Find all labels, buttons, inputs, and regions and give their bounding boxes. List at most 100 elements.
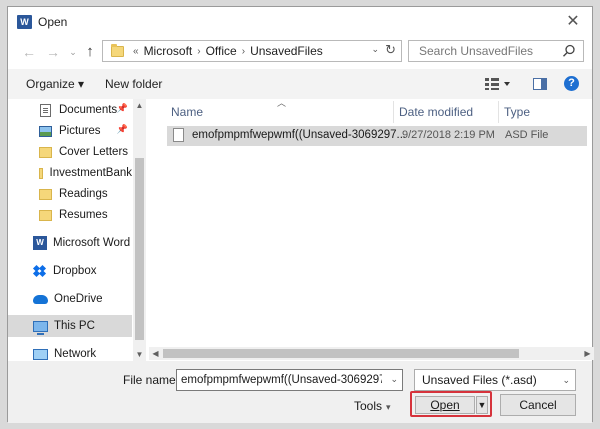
- sidebar-item-label: OneDrive: [54, 293, 103, 305]
- pictures-icon: [39, 125, 52, 137]
- window-title: Open: [38, 15, 68, 29]
- close-button[interactable]: ✕: [562, 11, 584, 33]
- forward-arrow-icon[interactable]: →: [44, 42, 62, 62]
- chevron-down-icon: ▾: [386, 402, 391, 412]
- breadcrumb-separator-icon: ›: [241, 45, 246, 57]
- scroll-right-arrow-icon[interactable]: ▶: [581, 347, 594, 360]
- sidebar-item-dropbox[interactable]: Dropbox: [8, 260, 132, 282]
- open-button-highlight: Open ▼: [410, 391, 492, 417]
- sidebar-item-this-pc[interactable]: This PC: [8, 315, 132, 337]
- dropbox-icon: [32, 264, 47, 278]
- sidebar-item-label: Documents: [59, 104, 118, 116]
- refresh-icon[interactable]: ↻: [385, 42, 396, 58]
- sidebar-item-label: Cover Letters: [59, 146, 129, 158]
- help-icon[interactable]: ?: [564, 76, 579, 91]
- documents-icon: [40, 103, 51, 117]
- folder-icon: [39, 209, 52, 221]
- file-name-field[interactable]: [177, 370, 382, 390]
- file-date-cell: 9/27/2018 2:19 PM: [402, 129, 495, 141]
- onedrive-icon: [33, 294, 48, 304]
- preview-pane-icon[interactable]: [533, 78, 547, 90]
- file-name-combobox[interactable]: ⌄: [176, 369, 403, 391]
- sidebar-item-label: Microsoft Word: [53, 237, 131, 249]
- file-name-cell: emofpmpmfwepwmf((Unsaved-3069297...: [192, 129, 407, 141]
- sidebar-item-label: InvestmentBank: [49, 167, 132, 179]
- sort-ascending-icon: ︿: [277, 98, 287, 108]
- sidebar-item-label: Readings: [59, 188, 108, 200]
- file-name-label: File name:: [123, 373, 180, 387]
- sidebar-item-label: This PC: [54, 320, 95, 332]
- scroll-down-arrow-icon[interactable]: ▼: [133, 348, 146, 361]
- tools-button[interactable]: Tools ▾: [354, 399, 391, 413]
- up-arrow-icon[interactable]: ↑: [81, 42, 99, 62]
- sidebar-item-network[interactable]: Network: [8, 343, 132, 361]
- sidebar-item-onedrive[interactable]: OneDrive: [8, 288, 132, 310]
- column-divider[interactable]: [393, 101, 394, 123]
- address-dropdown-chevron-icon[interactable]: ⌄: [371, 44, 379, 55]
- navigation-pane: Documents 📌 Pictures 📌 Cover Letters Inv…: [8, 99, 148, 361]
- file-icon: [173, 128, 184, 142]
- pin-icon: 📌: [116, 103, 128, 113]
- search-input[interactable]: [409, 41, 557, 61]
- chevron-down-icon[interactable]: ⌄: [390, 374, 398, 385]
- file-row[interactable]: emofpmpmfwepwmf((Unsaved-3069297... 9/27…: [167, 126, 587, 146]
- pin-icon: 📌: [116, 124, 128, 134]
- sidebar-item-label: Resumes: [59, 209, 108, 221]
- file-list-scrollbar[interactable]: ◀ ▶: [149, 347, 594, 360]
- breadcrumb-separator-icon: ›: [197, 45, 201, 57]
- tools-label: Tools: [354, 399, 383, 413]
- chevron-down-icon: ⌄: [562, 375, 570, 385]
- overflow-chevron-icon[interactable]: «: [133, 46, 139, 57]
- column-divider[interactable]: [498, 101, 499, 123]
- sidebar-item-investmentbank[interactable]: InvestmentBank: [8, 162, 132, 184]
- sidebar-item-cover-letters[interactable]: Cover Letters: [8, 141, 132, 163]
- organize-button[interactable]: Organize ▾: [26, 77, 84, 91]
- view-options-icon[interactable]: [484, 77, 512, 91]
- search-icon[interactable]: [562, 44, 576, 58]
- folder-icon: [39, 188, 52, 200]
- file-type-cell: ASD File: [505, 129, 549, 141]
- scroll-left-arrow-icon[interactable]: ◀: [149, 347, 162, 360]
- open-dialog: W Open ✕ ← → ⌄ ↑ « Microsoft › Office › …: [7, 6, 594, 423]
- sidebar-item-documents[interactable]: Documents 📌: [8, 99, 132, 121]
- address-bar[interactable]: « Microsoft › Office › UnsavedFiles ⌄ ↻: [102, 40, 402, 62]
- breadcrumb-unsavedfiles[interactable]: UnsavedFiles: [250, 44, 323, 58]
- breadcrumb-microsoft[interactable]: Microsoft: [144, 44, 193, 58]
- sidebar-item-pictures[interactable]: Pictures 📌: [8, 120, 132, 142]
- scroll-up-arrow-icon[interactable]: ▲: [133, 99, 146, 112]
- breadcrumb-office[interactable]: Office: [206, 44, 237, 58]
- word-app-icon: W: [17, 15, 32, 29]
- scrollbar-thumb[interactable]: [135, 158, 144, 340]
- dialog-footer: File name: ⌄ Unsaved Files (*.asd) ⌄ Too…: [8, 361, 592, 423]
- file-list: ︿ Name Date modified Type emofpmpmfwepwm…: [149, 98, 594, 347]
- new-folder-button[interactable]: New folder: [105, 77, 162, 91]
- sidebar-item-label: Network: [54, 348, 97, 360]
- back-arrow-icon[interactable]: ←: [20, 42, 38, 62]
- file-type-value: Unsaved Files (*.asd): [422, 373, 537, 387]
- open-options-dropdown-icon[interactable]: ▼: [476, 396, 488, 414]
- folder-icon: [39, 167, 43, 179]
- scrollbar-thumb[interactable]: [163, 349, 519, 358]
- sidebar-item-readings[interactable]: Readings: [8, 183, 132, 205]
- title-bar: W Open ✕: [8, 7, 592, 37]
- recent-locations-chevron-icon[interactable]: ⌄: [64, 42, 82, 62]
- this-pc-icon: [33, 320, 48, 335]
- column-header-name[interactable]: Name: [171, 105, 203, 119]
- folder-icon: [111, 43, 124, 57]
- column-header-type[interactable]: Type: [504, 105, 530, 119]
- file-type-select[interactable]: Unsaved Files (*.asd) ⌄: [414, 369, 576, 391]
- folder-icon: [39, 146, 52, 158]
- column-header-date-modified[interactable]: Date modified: [399, 105, 473, 119]
- sidebar-item-resumes[interactable]: Resumes: [8, 204, 132, 226]
- search-box[interactable]: [408, 40, 584, 62]
- cancel-button[interactable]: Cancel: [500, 394, 576, 416]
- word-icon: W: [33, 236, 47, 250]
- sidebar-item-label: Pictures: [59, 125, 101, 137]
- sidebar-item-microsoft-word[interactable]: W Microsoft Word: [8, 232, 132, 254]
- network-icon: [33, 348, 48, 360]
- nav-pane-scrollbar[interactable]: ▲ ▼: [133, 99, 146, 361]
- open-button-label: Open: [430, 398, 460, 412]
- sidebar-item-label: Dropbox: [53, 265, 97, 277]
- command-toolbar: Organize ▾ New folder ?: [8, 69, 592, 99]
- open-button[interactable]: Open: [415, 396, 475, 414]
